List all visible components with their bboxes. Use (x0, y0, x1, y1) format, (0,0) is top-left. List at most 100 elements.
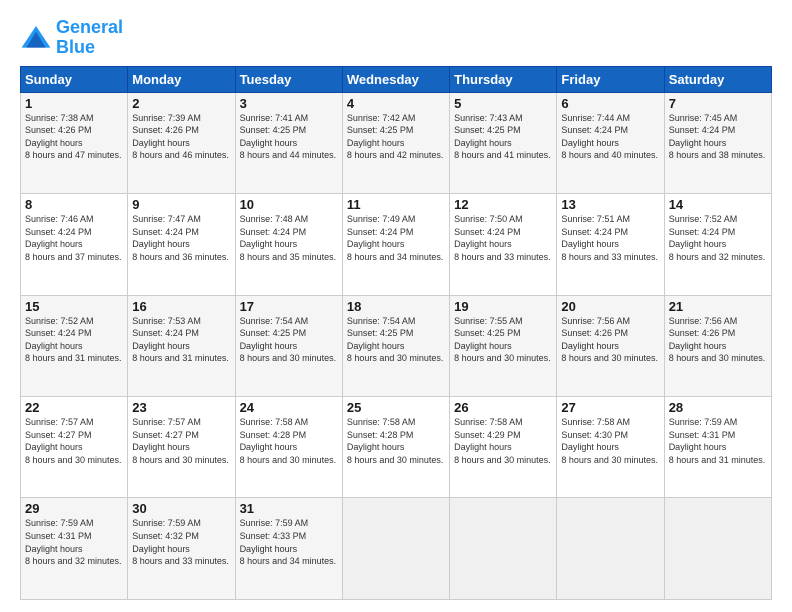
calendar-week-2: 8 Sunrise: 7:46 AM Sunset: 4:24 PM Dayli… (21, 194, 772, 295)
day-number: 3 (240, 96, 338, 111)
calendar-cell: 29 Sunrise: 7:59 AM Sunset: 4:31 PM Dayl… (21, 498, 128, 600)
day-number: 6 (561, 96, 659, 111)
calendar-cell: 12 Sunrise: 7:50 AM Sunset: 4:24 PM Dayl… (450, 194, 557, 295)
day-number: 4 (347, 96, 445, 111)
calendar-cell: 21 Sunrise: 7:56 AM Sunset: 4:26 PM Dayl… (664, 295, 771, 396)
day-detail: Sunrise: 7:59 AM Sunset: 4:33 PM Dayligh… (240, 517, 338, 567)
calendar-cell: 18 Sunrise: 7:54 AM Sunset: 4:25 PM Dayl… (342, 295, 449, 396)
day-number: 31 (240, 501, 338, 516)
day-detail: Sunrise: 7:45 AM Sunset: 4:24 PM Dayligh… (669, 112, 767, 162)
calendar-cell: 8 Sunrise: 7:46 AM Sunset: 4:24 PM Dayli… (21, 194, 128, 295)
calendar-cell: 9 Sunrise: 7:47 AM Sunset: 4:24 PM Dayli… (128, 194, 235, 295)
calendar-cell: 7 Sunrise: 7:45 AM Sunset: 4:24 PM Dayli… (664, 92, 771, 193)
day-detail: Sunrise: 7:41 AM Sunset: 4:25 PM Dayligh… (240, 112, 338, 162)
calendar-header-wednesday: Wednesday (342, 66, 449, 92)
day-number: 23 (132, 400, 230, 415)
day-detail: Sunrise: 7:59 AM Sunset: 4:31 PM Dayligh… (669, 416, 767, 466)
day-number: 12 (454, 197, 552, 212)
day-detail: Sunrise: 7:42 AM Sunset: 4:25 PM Dayligh… (347, 112, 445, 162)
day-number: 1 (25, 96, 123, 111)
calendar-cell (342, 498, 449, 600)
day-detail: Sunrise: 7:56 AM Sunset: 4:26 PM Dayligh… (561, 315, 659, 365)
day-detail: Sunrise: 7:58 AM Sunset: 4:30 PM Dayligh… (561, 416, 659, 466)
calendar-cell: 23 Sunrise: 7:57 AM Sunset: 4:27 PM Dayl… (128, 397, 235, 498)
calendar-header-thursday: Thursday (450, 66, 557, 92)
header: General Blue (20, 18, 772, 58)
day-number: 9 (132, 197, 230, 212)
day-detail: Sunrise: 7:52 AM Sunset: 4:24 PM Dayligh… (669, 213, 767, 263)
calendar-cell: 6 Sunrise: 7:44 AM Sunset: 4:24 PM Dayli… (557, 92, 664, 193)
day-number: 27 (561, 400, 659, 415)
day-number: 16 (132, 299, 230, 314)
calendar-cell (557, 498, 664, 600)
day-number: 20 (561, 299, 659, 314)
day-number: 14 (669, 197, 767, 212)
day-detail: Sunrise: 7:47 AM Sunset: 4:24 PM Dayligh… (132, 213, 230, 263)
day-number: 28 (669, 400, 767, 415)
calendar-header-monday: Monday (128, 66, 235, 92)
day-detail: Sunrise: 7:46 AM Sunset: 4:24 PM Dayligh… (25, 213, 123, 263)
calendar-cell: 2 Sunrise: 7:39 AM Sunset: 4:26 PM Dayli… (128, 92, 235, 193)
day-detail: Sunrise: 7:43 AM Sunset: 4:25 PM Dayligh… (454, 112, 552, 162)
day-number: 21 (669, 299, 767, 314)
day-detail: Sunrise: 7:38 AM Sunset: 4:26 PM Dayligh… (25, 112, 123, 162)
day-number: 10 (240, 197, 338, 212)
day-number: 13 (561, 197, 659, 212)
day-detail: Sunrise: 7:59 AM Sunset: 4:32 PM Dayligh… (132, 517, 230, 567)
calendar-header-row: SundayMondayTuesdayWednesdayThursdayFrid… (21, 66, 772, 92)
calendar-cell: 30 Sunrise: 7:59 AM Sunset: 4:32 PM Dayl… (128, 498, 235, 600)
day-detail: Sunrise: 7:52 AM Sunset: 4:24 PM Dayligh… (25, 315, 123, 365)
calendar-cell (450, 498, 557, 600)
day-number: 2 (132, 96, 230, 111)
calendar-cell: 5 Sunrise: 7:43 AM Sunset: 4:25 PM Dayli… (450, 92, 557, 193)
day-number: 30 (132, 501, 230, 516)
day-detail: Sunrise: 7:57 AM Sunset: 4:27 PM Dayligh… (132, 416, 230, 466)
calendar-cell: 13 Sunrise: 7:51 AM Sunset: 4:24 PM Dayl… (557, 194, 664, 295)
day-detail: Sunrise: 7:56 AM Sunset: 4:26 PM Dayligh… (669, 315, 767, 365)
day-detail: Sunrise: 7:59 AM Sunset: 4:31 PM Dayligh… (25, 517, 123, 567)
day-number: 29 (25, 501, 123, 516)
day-number: 22 (25, 400, 123, 415)
calendar-table: SundayMondayTuesdayWednesdayThursdayFrid… (20, 66, 772, 600)
day-number: 7 (669, 96, 767, 111)
calendar-cell: 11 Sunrise: 7:49 AM Sunset: 4:24 PM Dayl… (342, 194, 449, 295)
calendar-cell: 22 Sunrise: 7:57 AM Sunset: 4:27 PM Dayl… (21, 397, 128, 498)
day-number: 5 (454, 96, 552, 111)
calendar-cell: 10 Sunrise: 7:48 AM Sunset: 4:24 PM Dayl… (235, 194, 342, 295)
calendar-cell: 24 Sunrise: 7:58 AM Sunset: 4:28 PM Dayl… (235, 397, 342, 498)
calendar-cell: 15 Sunrise: 7:52 AM Sunset: 4:24 PM Dayl… (21, 295, 128, 396)
calendar-header-saturday: Saturday (664, 66, 771, 92)
logo-icon (20, 22, 52, 54)
day-detail: Sunrise: 7:54 AM Sunset: 4:25 PM Dayligh… (347, 315, 445, 365)
day-number: 8 (25, 197, 123, 212)
calendar-cell: 4 Sunrise: 7:42 AM Sunset: 4:25 PM Dayli… (342, 92, 449, 193)
calendar-cell: 3 Sunrise: 7:41 AM Sunset: 4:25 PM Dayli… (235, 92, 342, 193)
day-number: 25 (347, 400, 445, 415)
day-detail: Sunrise: 7:48 AM Sunset: 4:24 PM Dayligh… (240, 213, 338, 263)
day-number: 19 (454, 299, 552, 314)
calendar-week-4: 22 Sunrise: 7:57 AM Sunset: 4:27 PM Dayl… (21, 397, 772, 498)
day-detail: Sunrise: 7:57 AM Sunset: 4:27 PM Dayligh… (25, 416, 123, 466)
calendar-header-tuesday: Tuesday (235, 66, 342, 92)
calendar-cell: 25 Sunrise: 7:58 AM Sunset: 4:28 PM Dayl… (342, 397, 449, 498)
day-number: 11 (347, 197, 445, 212)
calendar-cell: 26 Sunrise: 7:58 AM Sunset: 4:29 PM Dayl… (450, 397, 557, 498)
calendar-cell: 16 Sunrise: 7:53 AM Sunset: 4:24 PM Dayl… (128, 295, 235, 396)
calendar-cell: 20 Sunrise: 7:56 AM Sunset: 4:26 PM Dayl… (557, 295, 664, 396)
calendar-header-friday: Friday (557, 66, 664, 92)
day-number: 15 (25, 299, 123, 314)
calendar-cell: 1 Sunrise: 7:38 AM Sunset: 4:26 PM Dayli… (21, 92, 128, 193)
day-detail: Sunrise: 7:44 AM Sunset: 4:24 PM Dayligh… (561, 112, 659, 162)
day-detail: Sunrise: 7:58 AM Sunset: 4:29 PM Dayligh… (454, 416, 552, 466)
calendar-header-sunday: Sunday (21, 66, 128, 92)
day-detail: Sunrise: 7:51 AM Sunset: 4:24 PM Dayligh… (561, 213, 659, 263)
logo: General Blue (20, 18, 123, 58)
day-number: 17 (240, 299, 338, 314)
calendar-week-3: 15 Sunrise: 7:52 AM Sunset: 4:24 PM Dayl… (21, 295, 772, 396)
day-detail: Sunrise: 7:54 AM Sunset: 4:25 PM Dayligh… (240, 315, 338, 365)
day-number: 26 (454, 400, 552, 415)
day-detail: Sunrise: 7:39 AM Sunset: 4:26 PM Dayligh… (132, 112, 230, 162)
day-detail: Sunrise: 7:55 AM Sunset: 4:25 PM Dayligh… (454, 315, 552, 365)
calendar-cell: 19 Sunrise: 7:55 AM Sunset: 4:25 PM Dayl… (450, 295, 557, 396)
day-detail: Sunrise: 7:58 AM Sunset: 4:28 PM Dayligh… (347, 416, 445, 466)
